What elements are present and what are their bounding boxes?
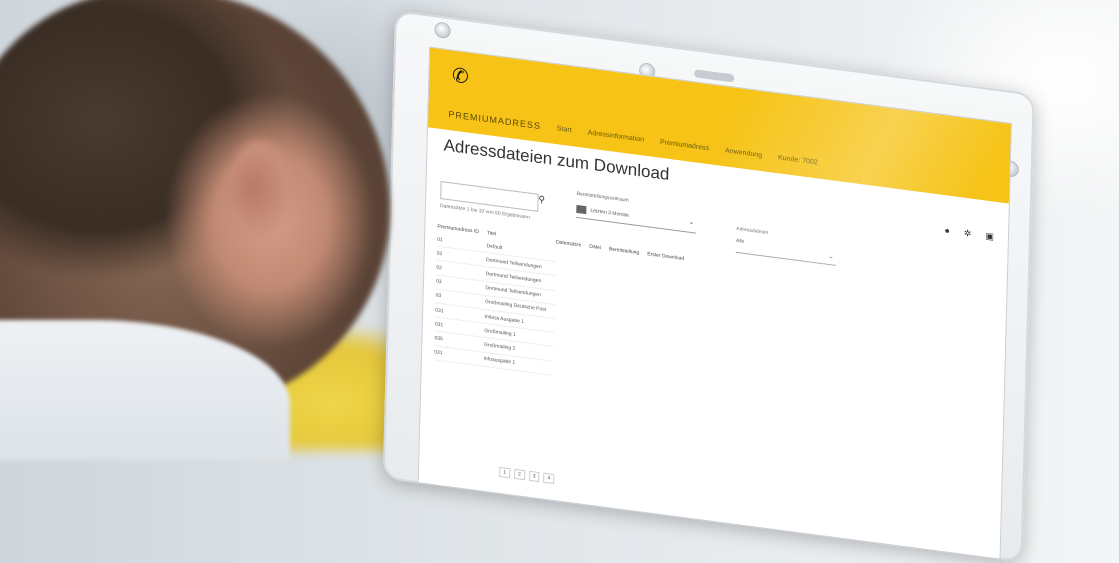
page-link[interactable]: 1	[499, 466, 511, 479]
chevron-down-icon: ⌄	[827, 252, 834, 261]
toolbar-icons: ● ✲ ▣	[944, 225, 994, 242]
nav-item[interactable]: Adressinformation	[588, 129, 645, 143]
table-row[interactable]: 031 Infoausgabe 1	[433, 345, 689, 393]
period-filter-select[interactable]: Letzten 3 Monate ⌄	[576, 200, 697, 234]
period-filter-value: Letzten 3 Monate	[590, 207, 630, 219]
help-icon[interactable]: ●	[944, 225, 950, 237]
print-icon[interactable]: ▣	[985, 231, 994, 243]
brand-name[interactable]: PREMIUMADRESS	[448, 109, 541, 131]
main-content: Adressdateien zum Download ● ✲ ▣ ⚲ Daten…	[418, 127, 1009, 559]
column-header[interactable]: Bereitstellung	[609, 243, 648, 260]
pagination: 1 2 3 4	[499, 466, 555, 485]
search-icon[interactable]: ⚲	[538, 194, 545, 206]
chevron-down-icon: ⌄	[688, 218, 695, 227]
nav-item[interactable]: Start	[557, 125, 572, 134]
column-header[interactable]: Datei	[589, 241, 609, 256]
nav-item[interactable]: Anwendung	[725, 147, 762, 159]
column-header[interactable]: Datensätze	[556, 236, 590, 252]
type-filter-label: Adressdateien	[736, 225, 769, 237]
gear-icon[interactable]: ✲	[964, 228, 972, 240]
nav-item[interactable]: Kunde: 7002	[778, 154, 818, 166]
webcam	[694, 69, 735, 83]
monitor: ✆ PREMIUMADRESS Start Adressinformation …	[382, 10, 1035, 563]
screen: ✆ PREMIUMADRESS Start Adressinformation …	[417, 46, 1012, 560]
type-filter-select[interactable]: Alle ⌄	[735, 237, 837, 266]
column-header[interactable]: Erster Download	[647, 248, 692, 266]
type-filter-value: Alle	[735, 237, 745, 245]
monitor-bolt	[434, 21, 451, 40]
page-link[interactable]: 4	[543, 472, 555, 485]
page-link[interactable]: 2	[513, 468, 525, 481]
post-horn-icon[interactable]: ✆	[443, 59, 478, 91]
address-files-table: Premiumadress ID Titel Datensätze Datei …	[433, 221, 692, 394]
nav-item[interactable]: Premiumadress	[660, 138, 709, 151]
calendar-icon	[576, 204, 587, 215]
page-link[interactable]: 3	[528, 470, 540, 483]
